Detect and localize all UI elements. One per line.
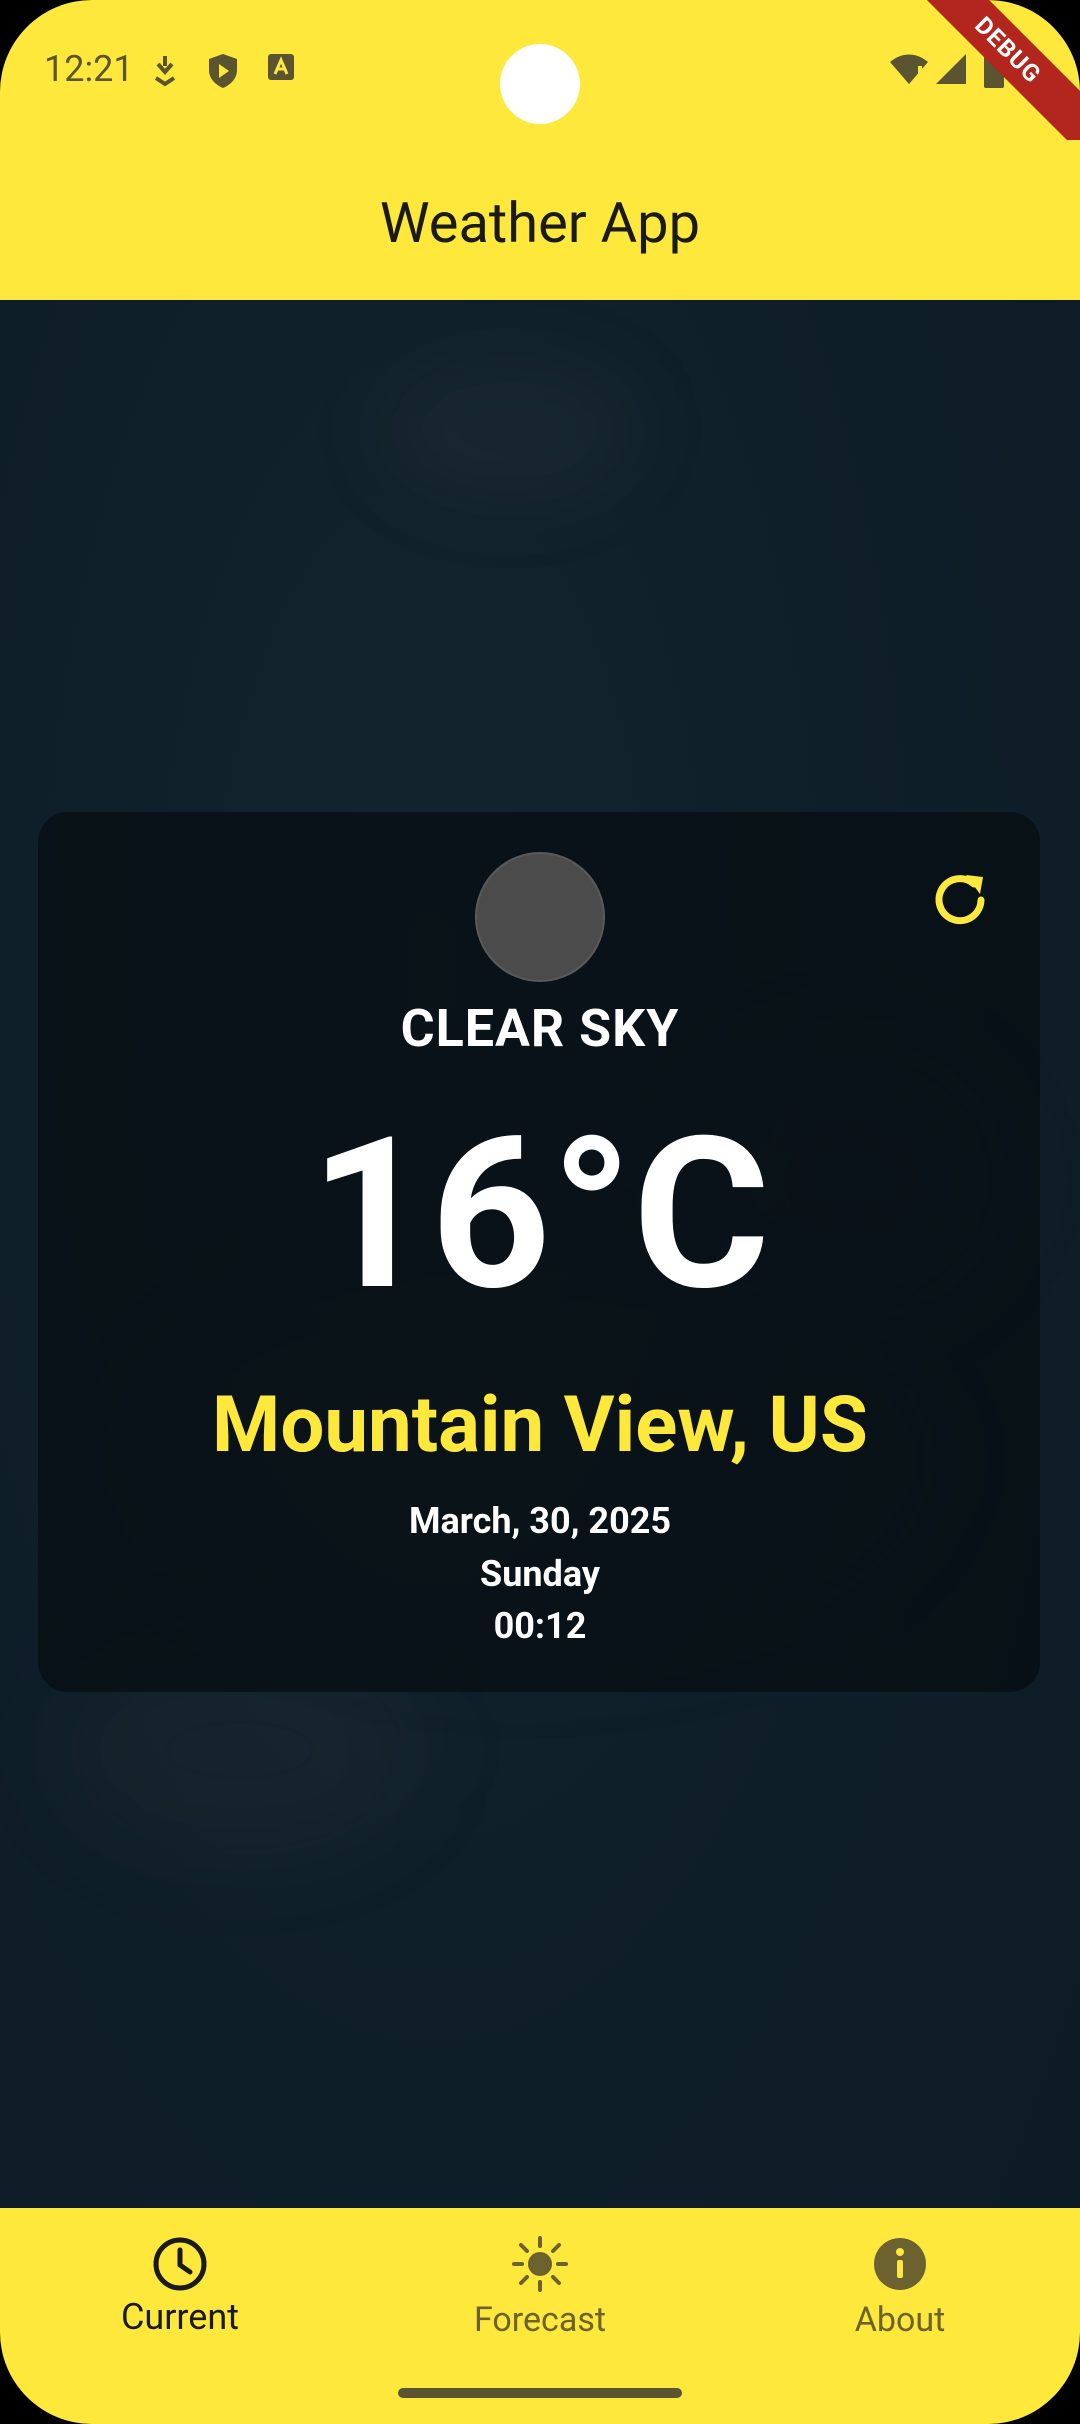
temperature: 16°C	[309, 1092, 771, 1338]
status-bar: 12:21 DEBUG	[0, 0, 1080, 151]
nav-item-current[interactable]: Current	[30, 2220, 330, 2360]
cast-icon	[150, 52, 180, 92]
sun-icon	[512, 2236, 568, 2292]
app-screen: 12:21 DEBUG Weather App CLEAR SKY 16°C M…	[0, 0, 1080, 2424]
info-icon	[874, 2238, 926, 2290]
font-icon	[266, 52, 296, 86]
clock-icon	[153, 2237, 207, 2291]
time-label: 00:12	[493, 1605, 587, 1647]
wifi-alert-icon	[888, 52, 930, 90]
shield-play-icon	[206, 52, 240, 94]
weather-condition: CLEAR SKY	[400, 998, 680, 1059]
nav-label-current: Current	[120, 2296, 240, 2338]
date-label: March, 30, 2025	[408, 1500, 672, 1542]
camera-cutout	[500, 44, 580, 124]
page-title: Weather App	[379, 190, 701, 256]
nav-label-about: About	[854, 2300, 946, 2340]
app-bar: Weather App	[0, 140, 1080, 300]
nav-item-about[interactable]: About	[750, 2220, 1050, 2360]
refresh-icon	[935, 875, 985, 925]
status-time: 12:21	[44, 48, 134, 90]
refresh-button[interactable]	[920, 860, 1000, 940]
home-indicator[interactable]	[398, 2388, 682, 2398]
nav-item-forecast[interactable]: Forecast	[390, 2220, 690, 2360]
weather-condition-icon	[475, 852, 605, 982]
location-name: Mountain View, US	[212, 1380, 868, 1471]
nav-label-forecast: Forecast	[473, 2300, 607, 2340]
signal-icon	[934, 52, 968, 90]
day-label: Sunday	[480, 1553, 600, 1595]
